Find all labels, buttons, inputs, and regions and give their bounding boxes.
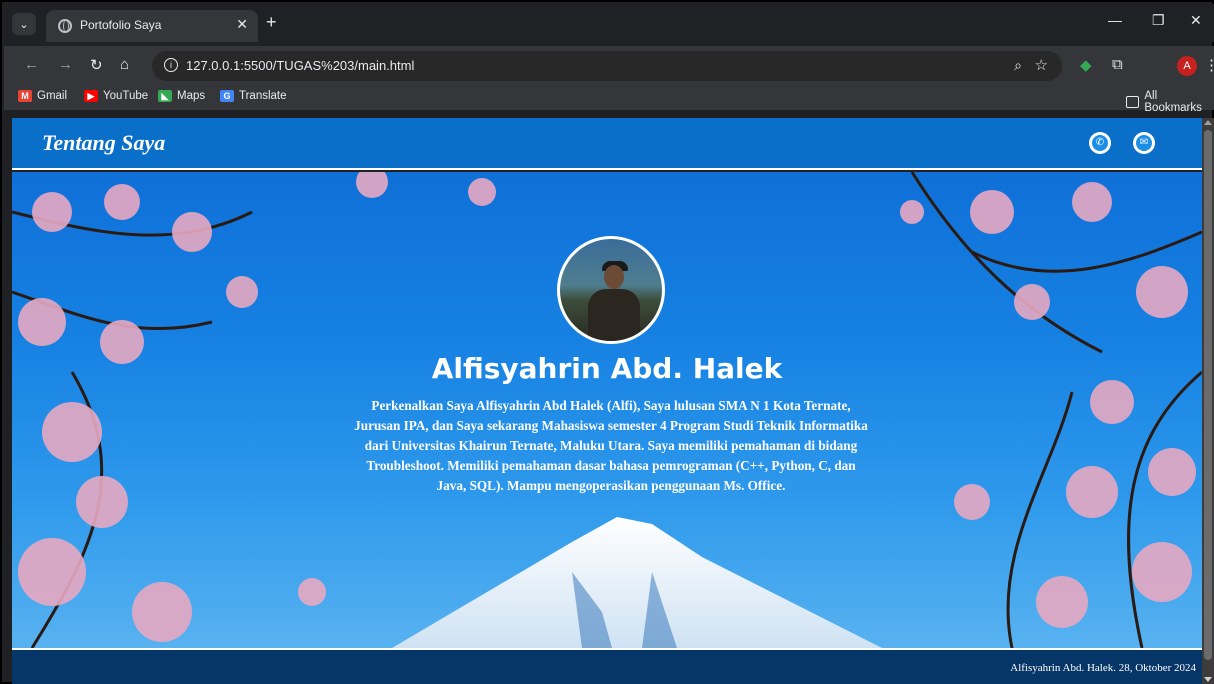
translate-icon: G [220, 90, 234, 102]
profile-description: Perkenalkan Saya Alfisyahrin Abd Halek (… [354, 398, 868, 493]
address-bar[interactable]: i 127.0.0.1:5500/TUGAS%203/main.html ⌕ ☆ [152, 51, 1062, 81]
zoom-icon[interactable]: ⌕ [1014, 57, 1022, 74]
tab-title: Portofolio Saya [80, 18, 162, 32]
close-window-button[interactable]: ✕ [1190, 12, 1202, 29]
minimize-button[interactable]: — [1108, 12, 1122, 28]
all-bookmarks-button[interactable]: All Bookmarks [1126, 90, 1214, 114]
phone-icon[interactable]: ✆ [1089, 132, 1111, 154]
restore-button[interactable]: ❐ [1152, 12, 1165, 29]
back-button[interactable]: ← [24, 56, 39, 73]
page-scrollbar[interactable] [1202, 118, 1214, 684]
profile-avatar[interactable]: A [1177, 56, 1197, 76]
extension-icon[interactable]: ◆ [1080, 56, 1092, 74]
home-button[interactable]: ⌂ [120, 56, 129, 73]
page-viewport: Tentang Saya ✆ ✉ Alfisyahrin Abd. Halek … [12, 118, 1202, 684]
bookmark-gmail[interactable]: M Gmail [18, 90, 67, 102]
profile-photo [557, 236, 665, 344]
scroll-up-icon[interactable] [1204, 120, 1212, 125]
bookmark-maps[interactable]: ◣ Maps [158, 90, 205, 102]
bookmark-youtube[interactable]: ▶ YouTube [84, 90, 148, 102]
browser-window: ⌄ Portofolio Saya ✕ + — ❐ ✕ ← → ↻ ⌂ i 12… [0, 0, 1214, 684]
scrollbar-thumb[interactable] [1204, 130, 1212, 660]
folder-icon [1126, 96, 1140, 108]
scroll-down-icon[interactable] [1204, 677, 1212, 682]
maps-icon: ◣ [158, 90, 172, 102]
all-bookmarks-label: All Bookmarks [1144, 90, 1202, 114]
tab-strip: ⌄ Portofolio Saya ✕ + — ❐ ✕ [4, 4, 1214, 42]
tab-close-icon[interactable]: ✕ [236, 16, 248, 33]
footer-text: Alfisyahrin Abd. Halek. 28, Oktober 2024 [1010, 662, 1196, 674]
site-header: Tentang Saya ✆ ✉ [12, 118, 1202, 170]
tab-search-button[interactable]: ⌄ [12, 13, 36, 35]
new-tab-button[interactable]: + [266, 12, 277, 33]
page-title: Tentang Saya [42, 130, 166, 155]
bookmark-label: Translate [239, 90, 287, 102]
hero-section: Alfisyahrin Abd. Halek Perkenalkan Saya … [12, 172, 1202, 648]
bookmark-label: Maps [177, 90, 206, 102]
bookmark-translate[interactable]: G Translate [220, 90, 287, 102]
gmail-icon: M [18, 90, 32, 102]
reload-button[interactable]: ↻ [90, 56, 103, 74]
profile-name: Alfisyahrin Abd. Halek [431, 352, 783, 385]
bookmark-star-icon[interactable]: ☆ [1035, 56, 1048, 74]
bookmarks-bar: M Gmail ▶ YouTube ◣ Maps G Translate All… [4, 86, 1214, 114]
browser-tab[interactable]: Portofolio Saya ✕ [46, 10, 258, 42]
bookmark-label: Gmail [37, 90, 68, 102]
browser-toolbar: ← → ↻ ⌂ i 127.0.0.1:5500/TUGAS%203/main.… [4, 46, 1214, 86]
bookmark-label: YouTube [103, 90, 149, 102]
forward-button[interactable]: → [58, 56, 73, 73]
site-info-icon[interactable]: i [164, 58, 178, 72]
url-text: 127.0.0.1:5500/TUGAS%203/main.html [186, 58, 415, 73]
site-footer: Alfisyahrin Abd. Halek. 28, Oktober 2024 [12, 648, 1202, 684]
menu-kebab-icon[interactable]: ⋮ [1204, 56, 1214, 74]
youtube-icon: ▶ [84, 90, 98, 102]
globe-icon [58, 19, 72, 33]
extensions-puzzle-icon[interactable]: ⧉ [1112, 56, 1123, 73]
email-icon[interactable]: ✉ [1133, 132, 1155, 154]
